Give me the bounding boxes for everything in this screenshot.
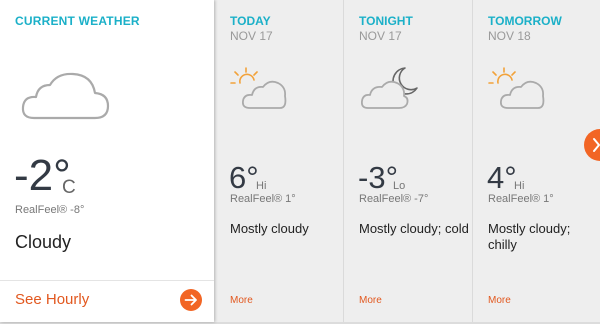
forecast-title: TONIGHT xyxy=(359,14,413,28)
more-link[interactable]: More xyxy=(359,295,382,306)
partly-cloudy-day-icon xyxy=(230,66,288,119)
forecast-phrase: Mostly cloudy xyxy=(230,221,309,236)
forecast-title: TODAY xyxy=(230,14,271,28)
partly-cloudy-night-icon xyxy=(359,66,421,119)
forecast-today[interactable]: TODAY NOV 17 6° Hi RealFeel® 1° Mostly c… xyxy=(214,0,343,322)
partly-cloudy-day-icon xyxy=(488,66,546,119)
column-divider xyxy=(343,0,344,322)
forecast-date: NOV 18 xyxy=(488,29,531,43)
forecast-temperature: 4° xyxy=(487,160,517,195)
forecast-temperature: 6° xyxy=(229,160,259,195)
current-weather-title: CURRENT WEATHER xyxy=(15,14,140,28)
current-realfeel: RealFeel® -8° xyxy=(15,204,85,216)
forecast-realfeel: RealFeel® 1° xyxy=(488,193,554,205)
hi-label: Hi xyxy=(514,180,525,192)
forecast-phrase: Mostly cloudy; chilly xyxy=(488,221,571,252)
temperature-unit: C xyxy=(62,177,76,198)
forecast-realfeel: RealFeel® 1° xyxy=(230,193,296,205)
arrow-right-icon[interactable] xyxy=(180,289,202,311)
hi-label: Hi xyxy=(256,180,267,192)
current-condition: Cloudy xyxy=(15,232,72,252)
more-link[interactable]: More xyxy=(230,295,253,306)
forecast-temperature: -3° xyxy=(358,160,398,195)
forecast-title: TOMORROW xyxy=(488,14,562,28)
forecast-date: NOV 17 xyxy=(230,29,273,43)
next-arrow-button[interactable] xyxy=(584,129,600,161)
forecast-realfeel: RealFeel® -7° xyxy=(359,193,429,205)
cloud-icon xyxy=(20,63,110,130)
forecast-tomorrow[interactable]: TOMORROW NOV 18 4° Hi RealFeel® 1° Mostl… xyxy=(472,0,600,322)
forecast-tonight[interactable]: TONIGHT NOV 17 -3° Lo RealFeel® -7° Most… xyxy=(343,0,472,322)
forecast-phrase: Mostly cloudy; cold xyxy=(359,221,469,236)
see-hourly-label: See Hourly xyxy=(15,291,90,308)
more-link[interactable]: More xyxy=(488,295,511,306)
forecast-date: NOV 17 xyxy=(359,29,402,43)
see-hourly-link[interactable]: See Hourly xyxy=(0,281,214,322)
column-divider xyxy=(472,0,473,322)
lo-label: Lo xyxy=(393,180,406,192)
current-weather-card: CURRENT WEATHER -2° C RealFeel® -8° Clou… xyxy=(0,0,214,322)
chevron-right-icon xyxy=(593,138,600,152)
